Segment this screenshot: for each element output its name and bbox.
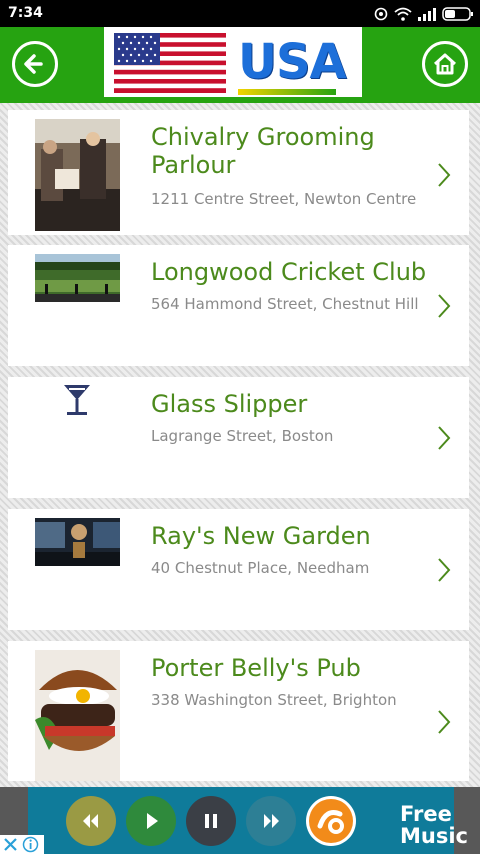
venue-title: Longwood Cricket Club xyxy=(151,258,427,286)
back-button[interactable] xyxy=(12,41,58,87)
ad-forward-button[interactable] xyxy=(246,796,296,846)
cocktail-glass-icon xyxy=(64,385,90,415)
venue-title: Glass Slipper xyxy=(151,390,308,418)
home-icon xyxy=(433,53,457,75)
status-time: 7:34 xyxy=(8,5,43,21)
ad-headline: Free Music xyxy=(400,803,468,847)
signal-icon xyxy=(418,8,436,21)
chevron-right-icon xyxy=(438,710,451,734)
venue-address: Lagrange Street, Boston xyxy=(151,427,334,445)
list-item[interactable]: Glass Slipper Lagrange Street, Boston xyxy=(8,377,469,498)
venue-title: Porter Belly's Pub xyxy=(151,654,361,682)
wifi-icon xyxy=(394,7,412,21)
close-icon[interactable] xyxy=(3,837,18,852)
ad-logo xyxy=(306,796,356,846)
battery-icon xyxy=(442,7,473,21)
list-item[interactable]: Porter Belly's Pub 338 Washington Street… xyxy=(8,641,469,781)
country-underline xyxy=(238,89,336,95)
venue-title-line2: Parlour xyxy=(151,151,236,179)
country-banner: USA xyxy=(104,27,362,97)
usa-flag-icon xyxy=(114,33,226,93)
chevron-right-icon xyxy=(438,294,451,318)
venue-address: 338 Washington Street, Brighton xyxy=(151,691,397,709)
ad-headline-line2: Music xyxy=(400,824,468,848)
info-icon[interactable] xyxy=(22,836,39,853)
venue-list[interactable]: Chivalry Grooming Parlour 1211 Centre St… xyxy=(0,103,480,787)
status-icons xyxy=(374,4,474,24)
ad-choices[interactable] xyxy=(0,835,44,854)
barbershop-photo xyxy=(35,119,120,231)
home-button[interactable] xyxy=(422,41,468,87)
cricket-ground-photo xyxy=(35,254,120,302)
venue-title: Ray's New Garden xyxy=(151,522,371,550)
rewind-icon xyxy=(83,814,98,828)
status-bar: 7:34 xyxy=(0,0,480,27)
chevron-right-icon xyxy=(438,426,451,450)
ad-rewind-button[interactable] xyxy=(66,796,116,846)
play-icon xyxy=(147,813,158,829)
ad-banner[interactable]: Free Music xyxy=(0,787,480,854)
pause-icon xyxy=(205,814,217,828)
location-icon xyxy=(374,7,388,21)
ad-play-button[interactable] xyxy=(126,796,176,846)
list-item[interactable]: Longwood Cricket Club 564 Hammond Street… xyxy=(8,245,469,366)
list-item[interactable]: Ray's New Garden 40 Chestnut Place, Need… xyxy=(8,509,469,630)
venue-address: 564 Hammond Street, Chestnut Hill xyxy=(151,295,419,313)
ad-headline-line1: Free xyxy=(400,802,452,826)
app-header: USA xyxy=(0,27,480,103)
country-name: USA xyxy=(238,34,347,90)
venue-title: Chivalry Grooming xyxy=(151,123,375,151)
ad-pause-button[interactable] xyxy=(186,796,236,846)
list-item[interactable]: Chivalry Grooming Parlour 1211 Centre St… xyxy=(8,110,469,235)
music-app-logo-icon xyxy=(309,799,353,843)
fast-forward-icon xyxy=(264,814,279,828)
chevron-right-icon xyxy=(438,558,451,582)
venue-address: 1211 Centre Street, Newton Centre xyxy=(151,190,417,208)
chevron-right-icon xyxy=(438,163,451,187)
bar-interior-photo xyxy=(35,518,120,566)
burger-photo xyxy=(35,650,120,781)
arrow-left-icon xyxy=(24,54,43,74)
ad-content[interactable]: Free Music xyxy=(28,787,468,854)
venue-address: 40 Chestnut Place, Needham xyxy=(151,559,370,577)
